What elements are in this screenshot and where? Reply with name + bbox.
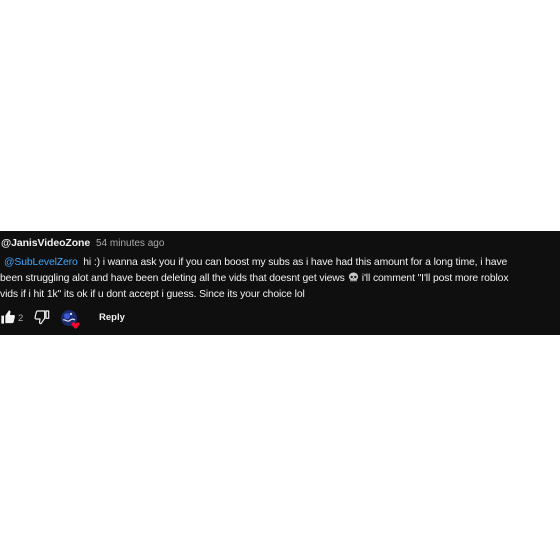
comment-text-2b: i'll comment "I'll post more roblox <box>361 273 509 284</box>
comment-header: @JanisVideoZone 54 minutes ago <box>1 237 164 250</box>
thumbs-up-icon[interactable] <box>0 309 16 330</box>
mention-link[interactable]: @SubLevelZero <box>4 257 78 268</box>
comment-line-2: been struggling alot and have been delet… <box>0 271 558 287</box>
comment-line-1: @SubLevelZero hi :) i wanna ask you if y… <box>0 255 558 271</box>
comment-timestamp[interactable]: 54 minutes ago <box>96 238 164 249</box>
comment-body: @SubLevelZero hi :) i wanna ask you if y… <box>0 255 558 303</box>
comment-text-1: hi :) i wanna ask you if you can boost m… <box>83 257 508 268</box>
reply-button[interactable]: Reply <box>99 312 125 323</box>
comment-line-3: vids if i hit 1k" its ok if u dont accep… <box>0 287 558 303</box>
skull-emoji-icon <box>348 272 359 289</box>
thumbs-down-icon[interactable] <box>34 309 50 330</box>
page: @JanisVideoZone 54 minutes ago @SubLevel… <box>0 0 560 560</box>
comment-author[interactable]: @JanisVideoZone <box>1 237 90 249</box>
comment-text-3: vids if i hit 1k" its ok if u dont accep… <box>0 289 305 300</box>
creator-heart-avatar[interactable] <box>60 308 82 330</box>
comment-actions: 2 Reply <box>0 307 560 331</box>
comment-card: @JanisVideoZone 54 minutes ago @SubLevel… <box>0 231 560 335</box>
like-count: 2 <box>18 313 24 324</box>
comment-text-2a: been struggling alot and have been delet… <box>0 273 345 284</box>
